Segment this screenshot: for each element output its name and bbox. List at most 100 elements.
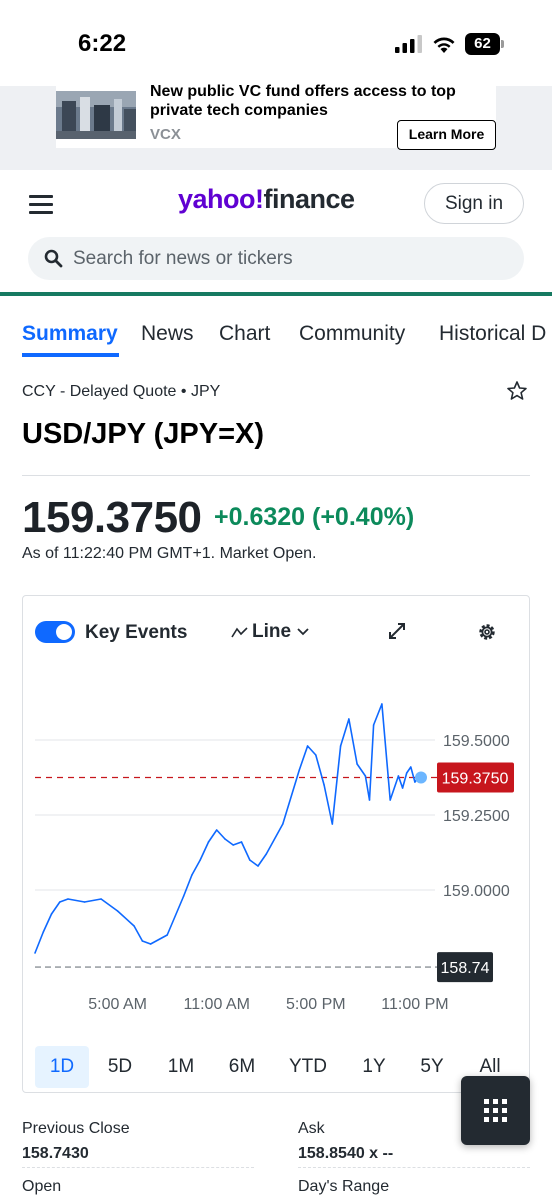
data-point bbox=[265, 853, 268, 855]
data-point bbox=[141, 940, 144, 942]
range-button-6m[interactable]: 6M bbox=[215, 1046, 269, 1088]
ad-title[interactable]: New public VC fund offers access to top … bbox=[150, 82, 490, 120]
stat-label-open: Open bbox=[22, 1178, 62, 1195]
price-chart[interactable]: 159.5000 159.2500 159.0000 159.3750 158.74 5:… bbox=[23, 674, 531, 1024]
chevron-down-icon bbox=[297, 628, 309, 636]
data-point bbox=[401, 787, 404, 789]
stat-label-ask: Ask bbox=[298, 1120, 325, 1137]
data-point bbox=[100, 898, 102, 900]
data-point bbox=[306, 745, 309, 747]
x-tick-label: 11:00 AM bbox=[184, 996, 250, 1013]
data-point bbox=[240, 841, 243, 843]
range-button-5y[interactable]: 5Y bbox=[405, 1046, 459, 1088]
y-tick-label: 159.5000 bbox=[443, 733, 510, 750]
yahoo-finance-logo[interactable]: yahoo!finance bbox=[178, 184, 355, 215]
data-point bbox=[182, 895, 185, 897]
divider bbox=[22, 475, 530, 476]
search-input[interactable] bbox=[73, 237, 503, 280]
data-point bbox=[331, 823, 334, 825]
data-point bbox=[116, 910, 119, 912]
ad-card[interactable]: New public VC fund offers access to top … bbox=[56, 83, 496, 150]
logo-yahoo-text: yahoo! bbox=[178, 184, 264, 214]
stat-label-days-range: Day's Range bbox=[298, 1178, 390, 1195]
menu-icon[interactable] bbox=[29, 195, 53, 214]
price-line bbox=[34, 703, 422, 954]
current-price: 159.3750 bbox=[22, 493, 202, 542]
data-point bbox=[149, 943, 152, 945]
ad-image bbox=[56, 91, 136, 139]
last-price-badge-label: 159.3750 bbox=[442, 771, 509, 788]
data-point bbox=[50, 913, 53, 915]
tab-summary[interactable]: Summary bbox=[22, 322, 118, 346]
y-tick-label: 159.0000 bbox=[443, 883, 510, 900]
range-selector: 1D 5D 1M 6M YTD 1Y 5Y All bbox=[35, 1046, 525, 1088]
signal-icon bbox=[395, 35, 422, 53]
data-point bbox=[224, 838, 226, 840]
search-box[interactable] bbox=[28, 237, 524, 280]
x-tick-label: 5:00 PM bbox=[286, 996, 346, 1013]
search-icon bbox=[44, 249, 63, 268]
data-point bbox=[207, 841, 210, 843]
expand-icon[interactable] bbox=[387, 621, 407, 641]
data-point bbox=[405, 772, 408, 774]
chart-type-label: Line bbox=[252, 621, 292, 642]
range-button-1d[interactable]: 1D bbox=[35, 1046, 89, 1088]
data-point bbox=[83, 901, 86, 903]
ad-banner: New public VC fund offers access to top … bbox=[0, 83, 552, 170]
range-button-ytd[interactable]: YTD bbox=[281, 1046, 335, 1088]
status-time: 6:22 bbox=[78, 30, 127, 57]
data-point bbox=[257, 865, 259, 867]
range-button-1m[interactable]: 1M bbox=[154, 1046, 208, 1088]
tab-news[interactable]: News bbox=[141, 322, 194, 346]
star-icon[interactable] bbox=[506, 380, 528, 402]
key-events-toggle[interactable] bbox=[35, 621, 75, 643]
gear-icon[interactable] bbox=[476, 621, 498, 643]
data-point bbox=[381, 703, 383, 705]
grid-icon bbox=[484, 1099, 507, 1122]
active-tab-indicator bbox=[22, 353, 119, 357]
previous-close-badge-label: 158.74 bbox=[441, 960, 490, 977]
data-point bbox=[215, 829, 218, 831]
learn-more-button[interactable]: Learn More bbox=[397, 120, 496, 150]
data-point bbox=[348, 718, 350, 720]
x-tick-label: 11:00 PM bbox=[381, 996, 448, 1013]
data-point bbox=[133, 925, 135, 927]
data-point bbox=[58, 901, 61, 903]
battery-level: 62 bbox=[465, 33, 500, 55]
data-point bbox=[281, 823, 284, 825]
data-point bbox=[364, 775, 367, 777]
data-point bbox=[34, 952, 36, 954]
data-point bbox=[191, 874, 193, 876]
header-divider bbox=[0, 292, 552, 296]
data-point bbox=[67, 898, 69, 900]
status-bar: 6:22 62 bbox=[0, 0, 552, 86]
range-button-1y[interactable]: 1Y bbox=[347, 1046, 401, 1088]
apps-grid-button[interactable] bbox=[461, 1076, 530, 1145]
data-point bbox=[389, 799, 391, 801]
stat-value-previous-close: 158.7430 bbox=[22, 1145, 89, 1162]
data-point bbox=[248, 859, 251, 861]
tab-historical-data[interactable]: Historical D bbox=[439, 322, 546, 346]
data-point bbox=[372, 724, 375, 726]
data-point bbox=[42, 931, 45, 933]
stat-divider bbox=[298, 1167, 530, 1168]
stat-label-previous-close: Previous Close bbox=[22, 1120, 130, 1137]
battery-icon: 62 bbox=[465, 33, 505, 55]
quote-timestamp: As of 11:22:40 PM GMT+1. Market Open. bbox=[22, 545, 317, 562]
data-point bbox=[368, 799, 371, 801]
data-point bbox=[414, 781, 416, 783]
tab-community[interactable]: Community bbox=[299, 322, 405, 346]
x-tick-label: 5:00 AM bbox=[88, 996, 147, 1013]
data-point bbox=[199, 859, 201, 861]
data-point bbox=[410, 766, 412, 768]
data-point bbox=[166, 934, 168, 936]
last-price-dot bbox=[415, 771, 427, 784]
sign-in-button[interactable]: Sign in bbox=[424, 183, 524, 224]
stat-divider bbox=[22, 1167, 254, 1168]
data-point bbox=[397, 775, 400, 777]
chart-type-select[interactable]: Line bbox=[231, 621, 309, 643]
range-button-5d[interactable]: 5D bbox=[93, 1046, 147, 1088]
data-point bbox=[356, 763, 358, 765]
ad-sponsor: VCX bbox=[150, 126, 181, 143]
tab-chart[interactable]: Chart bbox=[219, 322, 270, 346]
